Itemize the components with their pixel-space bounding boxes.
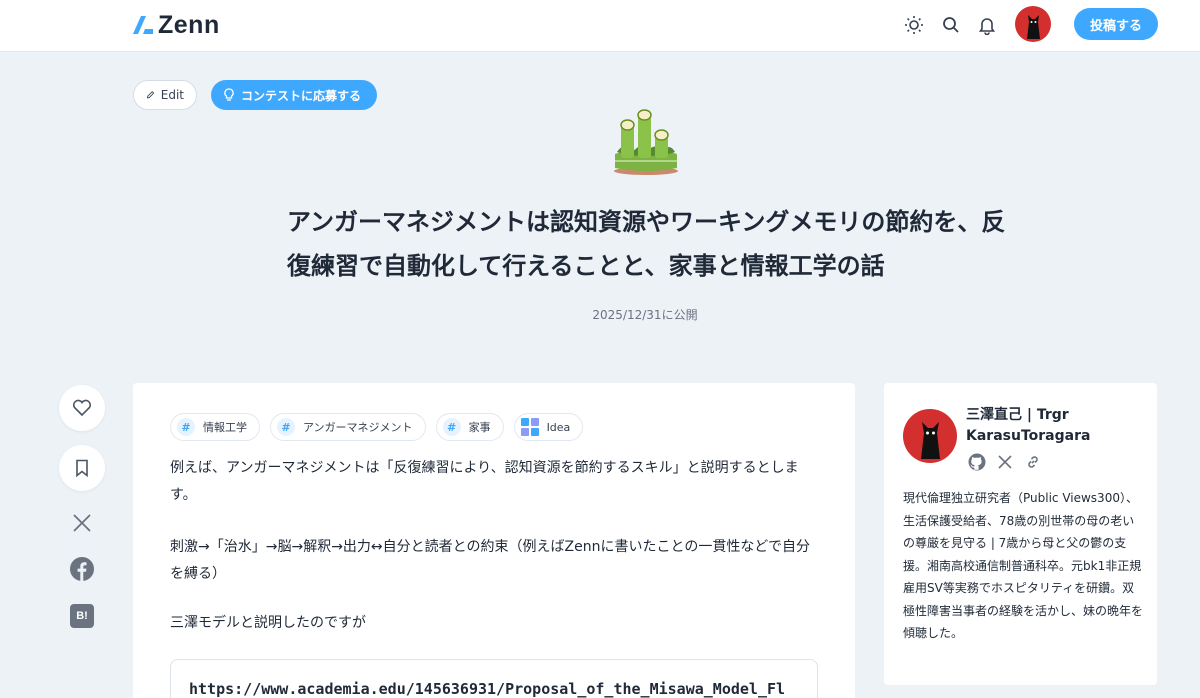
bookmark-icon (76, 459, 88, 477)
paragraph: 刺激→「治水」→脳→解釈→出力↔自分と読者との約束（例えばZennに書いたことの… (170, 539, 811, 582)
like-button[interactable] (59, 385, 105, 431)
github-icon[interactable] (968, 453, 986, 471)
pencil-icon (146, 91, 155, 99)
link-icon[interactable] (1024, 453, 1042, 471)
hatena-label: B! (76, 610, 88, 622)
bookmark-button[interactable] (59, 445, 105, 491)
share-hatena-button[interactable]: B! (70, 604, 94, 628)
share-x-button[interactable] (70, 511, 94, 535)
publish-date: 2025/12/31に公開 (592, 308, 698, 322)
edit-button[interactable]: Edit (133, 80, 197, 110)
zenn-logo[interactable]: Zenn (133, 10, 220, 40)
idea-icon (520, 418, 539, 436)
tag-label: 情報工学 (203, 421, 247, 434)
tag-item[interactable]: # 家事 (435, 413, 504, 441)
x-icon[interactable] (996, 453, 1014, 471)
paragraph: 三澤モデルと説明したのですが (170, 615, 366, 631)
tag-label: アンガーマネジメント (303, 421, 413, 434)
heart-icon (72, 399, 92, 417)
zenn-logo-icon (133, 16, 153, 34)
contest-button[interactable]: コンテストに応募する (211, 80, 377, 110)
lightbulb-icon (224, 88, 234, 101)
edit-label: Edit (160, 88, 184, 102)
hatena-bookmark-icon: B! (70, 604, 94, 628)
share-facebook-button[interactable] (70, 557, 94, 581)
hash-icon: # (277, 418, 295, 436)
tag-item[interactable]: Idea (513, 413, 584, 441)
author-bio: 現代倫理独立研究者（Public Views300）、生活保護受給者、78歳の別… (903, 491, 1144, 640)
link-url: https://www.academia.edu/145636931/Propo… (189, 680, 786, 698)
bell-icon[interactable] (976, 14, 998, 36)
author-name[interactable]: 三澤直己 | Trgr KarasuToragara (966, 405, 1146, 447)
kadomatsu-emoji-icon (614, 109, 678, 175)
article-body-card: # 情報工学 # アンガーマネジメント # 家事 Idea 例えば、アンガーマネ… (133, 383, 855, 698)
author-links (968, 453, 1042, 471)
sun-icon[interactable] (903, 14, 925, 36)
author-avatar[interactable] (903, 409, 957, 463)
link-card[interactable]: https://www.academia.edu/145636931/Propo… (170, 659, 818, 698)
top-header: Zenn 投稿する (0, 0, 1200, 52)
contest-label: コンテストに応募する (241, 88, 362, 103)
tag-item[interactable]: # 情報工学 (170, 413, 260, 441)
logo-text: Zenn (158, 10, 220, 39)
user-avatar[interactable] (1015, 6, 1051, 42)
tag-label: 家事 (468, 421, 491, 434)
x-icon (73, 514, 91, 532)
post-button[interactable]: 投稿する (1074, 8, 1158, 40)
paragraph: 例えば、アンガーマネジメントは「反復練習により、認知資源を節約するスキル」と説明… (170, 460, 799, 503)
tag-list: # 情報工学 # アンガーマネジメント # 家事 Idea (170, 413, 584, 441)
hash-icon: # (177, 418, 195, 436)
author-card: 三澤直己 | Trgr KarasuToragara 現代倫理独立研究者（Pub… (884, 383, 1157, 685)
search-icon[interactable] (940, 14, 962, 36)
facebook-icon (70, 557, 94, 581)
tag-label: Idea (546, 420, 571, 434)
hash-icon: # (442, 418, 461, 436)
article-title: アンガーマネジメントは認知資源やワーキングメモリの節約を、反復練習で自動化して行… (287, 208, 1006, 280)
tag-item[interactable]: # アンガーマネジメント (270, 413, 426, 441)
